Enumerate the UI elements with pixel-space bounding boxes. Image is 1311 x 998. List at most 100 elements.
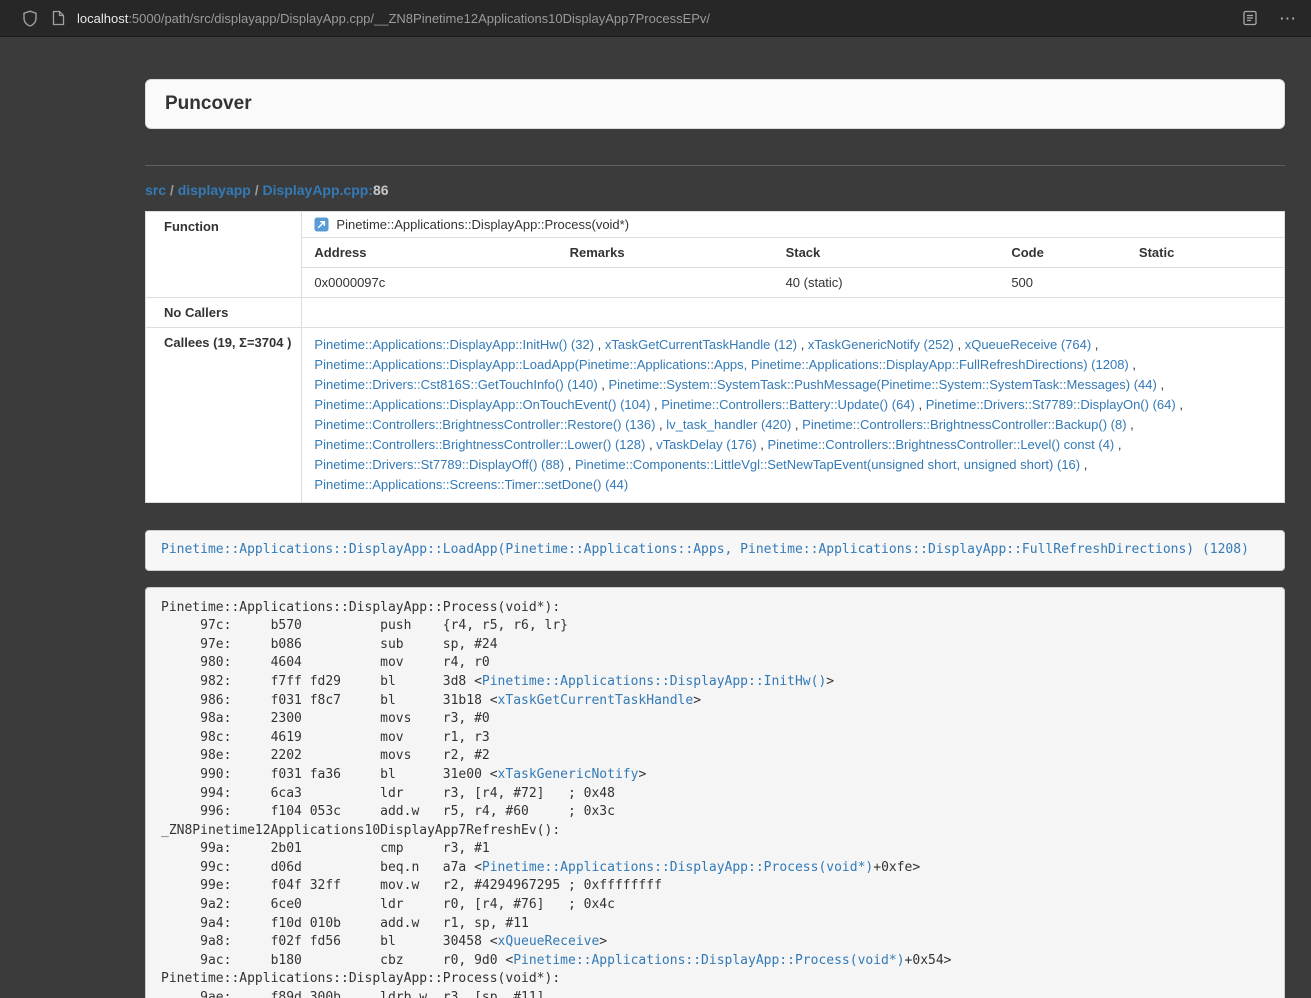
stack-value: 40 (static) — [774, 268, 1000, 298]
callee-link[interactable]: Pinetime::Drivers::St7789::DisplayOff() … — [314, 457, 564, 472]
text-segment: 986: f031 f8c7 bl 31b18 < — [161, 693, 498, 708]
callers-cell — [302, 298, 1285, 328]
callee-link[interactable]: Pinetime::System::SystemTask::PushMessag… — [609, 377, 1157, 392]
callee-separator: , — [1129, 357, 1136, 372]
callee-link[interactable]: Pinetime::Components::LittleVgl::SetNewT… — [575, 457, 1080, 472]
column-address: Address — [302, 238, 557, 268]
code-link[interactable]: xTaskGetCurrentTaskHandle — [498, 693, 694, 708]
app-title-panel: Puncover — [145, 79, 1285, 129]
asm-line: 982: f7ff fd29 bl 3d8 <Pinetime::Applica… — [161, 673, 1269, 692]
callee-link[interactable]: Pinetime::Applications::DisplayApp::Init… — [314, 337, 594, 352]
text-segment: > — [599, 934, 607, 949]
breadcrumb-link[interactable]: src — [145, 182, 166, 198]
divider — [145, 165, 1285, 166]
asm-line: _ZN8Pinetime12Applications10DisplayApp7R… — [161, 822, 1269, 841]
callee-separator: , — [1091, 337, 1098, 352]
callee-link[interactable]: Pinetime::Applications::Screens::Timer::… — [314, 477, 628, 492]
callee-separator: , — [594, 337, 605, 352]
metrics-header-row: Address Remarks Stack Code Static — [302, 238, 1284, 268]
asm-line: 99c: d06d beq.n a7a <Pinetime::Applicati… — [161, 859, 1269, 878]
overflow-menu-icon[interactable]: ⋯ — [1279, 10, 1297, 27]
callee-link[interactable]: Pinetime::Applications::DisplayApp::Load… — [314, 357, 1128, 372]
code-link[interactable]: Pinetime::Applications::DisplayApp::Proc… — [513, 953, 904, 968]
asm-line: 980: 4604 mov r4, r0 — [161, 654, 1269, 673]
callees-cell: Pinetime::Applications::DisplayApp::Init… — [302, 328, 1285, 503]
breadcrumb-link[interactable]: displayapp — [178, 182, 251, 198]
callee-link[interactable]: Pinetime::Controllers::BrightnessControl… — [314, 437, 645, 452]
callee-link[interactable]: xTaskGenericNotify (252) — [808, 337, 954, 352]
callee-link[interactable]: Pinetime::Applications::DisplayApp::OnTo… — [314, 397, 650, 412]
callee-separator: , — [1080, 457, 1087, 472]
code-link[interactable]: xQueueReceive — [498, 934, 600, 949]
callee-link[interactable]: Pinetime::Controllers::BrightnessControl… — [767, 437, 1114, 452]
callee-separator: , — [650, 397, 661, 412]
asm-line: 9a2: 6ce0 ldr r0, [r4, #76] ; 0x4c — [161, 896, 1269, 915]
text-segment: 990: f031 fa36 bl 31e00 < — [161, 767, 498, 782]
text-segment: 97c: b570 push {r4, r5, r6, lr} — [161, 618, 568, 633]
symbol-type-icon — [314, 217, 329, 232]
text-segment: Pinetime::Applications::DisplayApp::Proc… — [161, 600, 560, 615]
highlighted-symbol-link[interactable]: Pinetime::Applications::DisplayApp::Load… — [161, 542, 1249, 557]
reader-view-icon[interactable] — [1243, 10, 1257, 26]
text-segment: 86 — [373, 182, 389, 198]
callee-link[interactable]: Pinetime::Drivers::Cst816S::GetTouchInfo… — [314, 377, 597, 392]
address-value: 0x0000097c — [302, 268, 557, 298]
text-segment: > — [693, 693, 701, 708]
code-link[interactable]: xTaskGenericNotify — [498, 767, 639, 782]
breadcrumb-link[interactable]: DisplayApp.cpp: — [263, 182, 373, 198]
callees-row-label: Callees (19, Σ=3704 ) — [146, 328, 302, 503]
callee-link[interactable]: Pinetime::Controllers::Battery::Update()… — [661, 397, 915, 412]
text-segment: 996: f104 053c add.w r5, r4, #60 ; 0x3c — [161, 804, 615, 819]
url-path: :5000/path/src/displayapp/DisplayApp.cpp… — [128, 11, 710, 26]
text-segment: 994: 6ca3 ldr r3, [r4, #72] ; 0x48 — [161, 786, 615, 801]
callee-separator: , — [915, 397, 926, 412]
text-segment: _ZN8Pinetime12Applications10DisplayApp7R… — [161, 823, 560, 838]
content-container: Puncover src / displayapp / DisplayApp.c… — [145, 79, 1285, 998]
page-title: Puncover — [165, 93, 1265, 115]
symbol-table: Function Pinetime::Applications::Display… — [145, 211, 1285, 503]
code-link[interactable]: Pinetime::Applications::DisplayApp::Proc… — [482, 860, 873, 875]
text-segment: / — [166, 182, 178, 198]
column-code: Code — [999, 238, 1127, 268]
asm-line: 994: 6ca3 ldr r3, [r4, #72] ; 0x48 — [161, 785, 1269, 804]
text-segment: 98e: 2202 movs r2, #2 — [161, 748, 490, 763]
callee-link[interactable]: Pinetime::Drivers::St7789::DisplayOn() (… — [926, 397, 1176, 412]
function-row: Function Pinetime::Applications::Display… — [146, 212, 1285, 298]
text-segment: 99e: f04f 32ff mov.w r2, #4294967295 ; 0… — [161, 878, 662, 893]
callee-link[interactable]: Pinetime::Controllers::BrightnessControl… — [802, 417, 1126, 432]
text-segment: 9ac: b180 cbz r0, 9d0 < — [161, 953, 513, 968]
asm-line: 9a8: f02f fd56 bl 30458 <xQueueReceive> — [161, 933, 1269, 952]
function-signature-row: Pinetime::Applications::DisplayApp::Proc… — [302, 212, 1284, 238]
column-stack: Stack — [774, 238, 1000, 268]
text-segment: 9a8: f02f fd56 bl 30458 < — [161, 934, 498, 949]
callee-link[interactable]: Pinetime::Controllers::BrightnessControl… — [314, 417, 655, 432]
text-segment: 98c: 4619 mov r1, r3 — [161, 730, 490, 745]
text-segment: +0xfe> — [873, 860, 920, 875]
callee-link[interactable]: xQueueReceive (764) — [965, 337, 1091, 352]
text-segment: / — [251, 182, 263, 198]
callee-separator: , — [1127, 417, 1134, 432]
code-link[interactable]: Pinetime::Applications::DisplayApp::Init… — [482, 674, 826, 689]
asm-line: 98e: 2202 movs r2, #2 — [161, 747, 1269, 766]
callee-link[interactable]: vTaskDelay (176) — [656, 437, 756, 452]
url-bar[interactable]: localhost:5000/path/src/displayapp/Displ… — [77, 11, 1243, 26]
text-segment: Pinetime::Applications::DisplayApp::Proc… — [161, 971, 560, 986]
page-info-icon[interactable] — [52, 10, 65, 26]
text-segment: 980: 4604 mov r4, r0 — [161, 655, 490, 670]
shield-icon[interactable] — [22, 10, 38, 27]
asm-line: 99e: f04f 32ff mov.w r2, #4294967295 ; 0… — [161, 877, 1269, 896]
callee-link[interactable]: lv_task_handler (420) — [666, 417, 791, 432]
asm-line: 97e: b086 sub sp, #24 — [161, 636, 1269, 655]
column-remarks: Remarks — [558, 238, 774, 268]
text-segment: 98a: 2300 movs r3, #0 — [161, 711, 490, 726]
url-host: localhost — [77, 11, 128, 26]
static-value — [1127, 268, 1284, 298]
asm-line: 990: f031 fa36 bl 31e00 <xTaskGenericNot… — [161, 766, 1269, 785]
text-segment: 9a4: f10d 010b add.w r1, sp, #11 — [161, 916, 529, 931]
callers-row: No Callers — [146, 298, 1285, 328]
asm-line: Pinetime::Applications::DisplayApp::Proc… — [161, 599, 1269, 618]
callee-link[interactable]: xTaskGetCurrentTaskHandle (12) — [605, 337, 797, 352]
callee-separator: , — [791, 417, 802, 432]
text-segment: 9a2: 6ce0 ldr r0, [r4, #76] ; 0x4c — [161, 897, 615, 912]
callee-separator: , — [954, 337, 965, 352]
